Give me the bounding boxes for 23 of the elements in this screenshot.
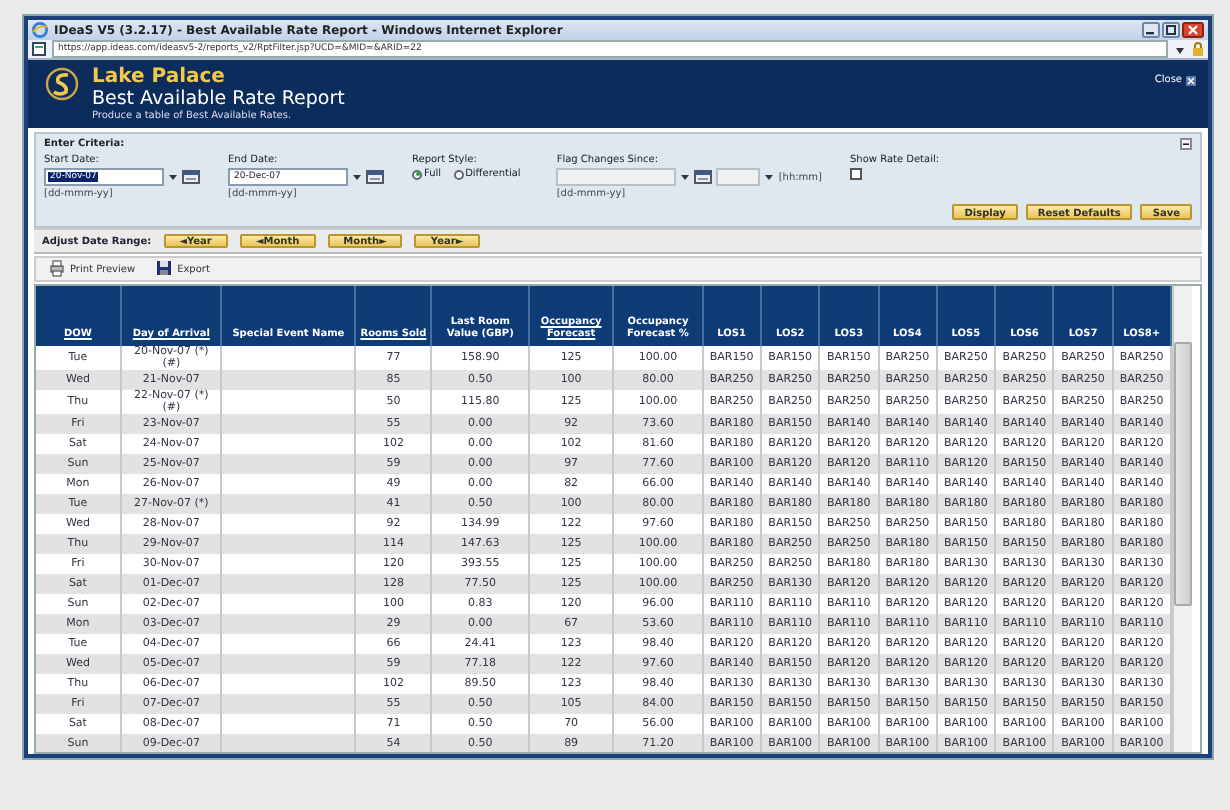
browser-icon [32, 22, 48, 38]
time-field[interactable] [716, 168, 761, 186]
maximize-button[interactable] [1162, 22, 1180, 38]
radio-button[interactable] [412, 169, 422, 179]
printer-icon [48, 260, 66, 278]
logo-icon [44, 66, 80, 102]
radio-button[interactable] [453, 169, 464, 179]
report-title: Best Available Rate Report [92, 88, 347, 110]
calendar-icon[interactable] [694, 170, 713, 184]
collapse-button[interactable] [1180, 138, 1192, 150]
scrollbar[interactable] [1172, 286, 1192, 752]
caret-icon[interactable] [168, 170, 178, 184]
calendar-icon[interactable] [182, 170, 200, 184]
property-name: Lake Palace [92, 66, 227, 88]
page-icon [32, 42, 46, 56]
caret-icon[interactable] [352, 170, 362, 184]
minimize-button[interactable] [1142, 22, 1160, 38]
close-icon [1186, 75, 1196, 85]
close-button[interactable] [1182, 22, 1204, 38]
scroll-thumb[interactable] [1174, 342, 1192, 606]
lock-icon [1192, 42, 1204, 56]
checkbox[interactable] [850, 168, 862, 180]
calendar-icon[interactable] [366, 170, 384, 184]
